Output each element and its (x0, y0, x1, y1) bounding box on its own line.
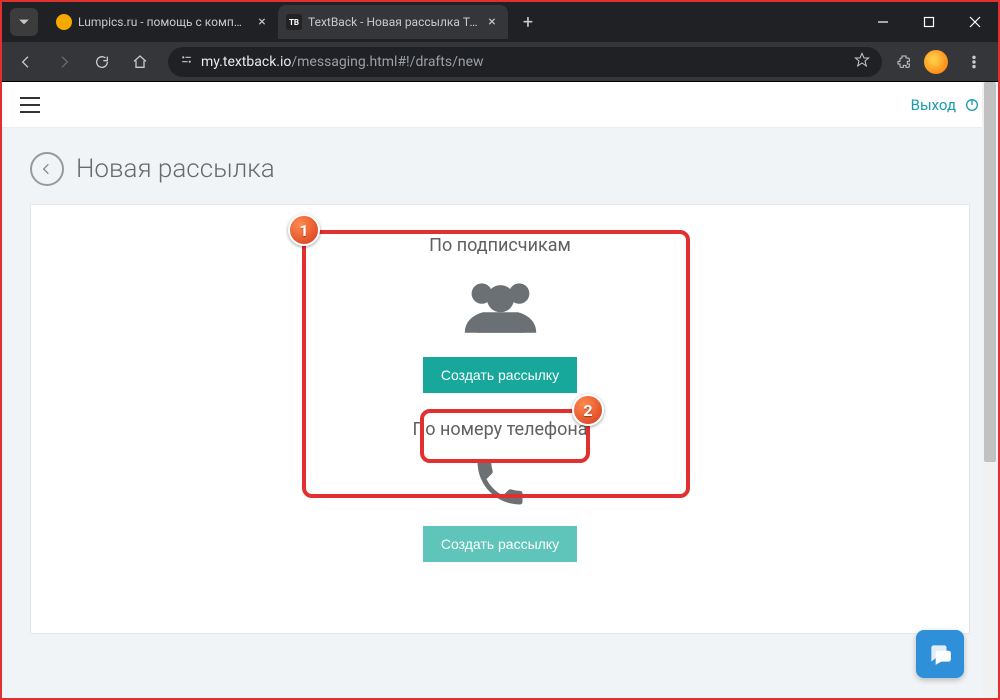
create-broadcast-phone-button[interactable]: Создать рассылку (423, 526, 577, 562)
url-text: my.textback.io/messaging.html#!/drafts/n… (201, 54, 846, 70)
minimize-button[interactable] (860, 2, 906, 42)
close-tab-icon[interactable]: × (254, 14, 270, 30)
window-controls (860, 2, 998, 42)
reload-button[interactable] (86, 46, 118, 78)
close-window-button[interactable] (952, 2, 998, 42)
favicon-icon: TB (286, 14, 302, 30)
new-tab-button[interactable]: + (514, 8, 542, 36)
window-titlebar: Lumpics.ru - помощь с компью × TB TextBa… (2, 2, 998, 42)
content-card: По подписчикам Создать рассылку По номер… (30, 204, 970, 634)
logout-link[interactable]: Выход (911, 96, 980, 114)
url-path: /messaging.html#!/drafts/new (291, 54, 483, 70)
menu-button[interactable] (958, 46, 990, 78)
users-icon (458, 268, 543, 347)
scrollbar-thumb[interactable] (984, 82, 996, 462)
url-domain: my.textback.io (201, 54, 291, 70)
option-subscribers: По подписчикам Создать рассылку (51, 235, 949, 393)
logout-label: Выход (911, 96, 956, 114)
tab-label: TextBack - Новая рассылка Tex (308, 15, 478, 29)
tab-label: Lumpics.ru - помощь с компью (78, 15, 248, 29)
power-icon (964, 97, 980, 113)
avatar-icon (924, 50, 948, 74)
address-bar[interactable]: my.textback.io/messaging.html#!/drafts/n… (168, 47, 882, 77)
profile-button[interactable] (920, 46, 952, 78)
chat-widget-button[interactable] (916, 630, 964, 678)
option-phone: По номеру телефона Создать рассылку (51, 419, 949, 562)
browser-toolbar: my.textback.io/messaging.html#!/drafts/n… (2, 42, 998, 82)
page-header: Новая рассылка (2, 128, 998, 204)
menu-toggle-button[interactable] (20, 97, 40, 113)
browser-tab-1[interactable]: Lumpics.ru - помощь с компью × (48, 5, 278, 39)
app-header: Выход (2, 82, 998, 128)
create-broadcast-button[interactable]: Создать рассылку (423, 357, 577, 393)
maximize-button[interactable] (906, 2, 952, 42)
tab-strip: Lumpics.ru - помощь с компью × TB TextBa… (2, 2, 542, 42)
back-circle-button[interactable] (30, 152, 64, 186)
browser-tab-2[interactable]: TB TextBack - Новая рассылка Tex × (278, 5, 508, 39)
close-tab-icon[interactable]: × (484, 14, 500, 30)
favicon-icon (56, 14, 72, 30)
extensions-icon[interactable] (894, 52, 914, 72)
page-title: Новая рассылка (76, 154, 275, 184)
tabs-search-button[interactable] (10, 8, 38, 36)
option-title: По номеру телефона (412, 419, 587, 440)
forward-button[interactable] (48, 46, 80, 78)
back-button[interactable] (10, 46, 42, 78)
page-viewport: Выход Новая рассылка По подписчикам Созд… (2, 82, 998, 698)
home-button[interactable] (124, 46, 156, 78)
phone-icon (470, 452, 530, 516)
site-settings-icon[interactable] (180, 53, 193, 70)
bookmark-icon[interactable] (854, 52, 870, 72)
vertical-scrollbar[interactable] (982, 82, 998, 698)
option-title: По подписчикам (429, 235, 571, 256)
